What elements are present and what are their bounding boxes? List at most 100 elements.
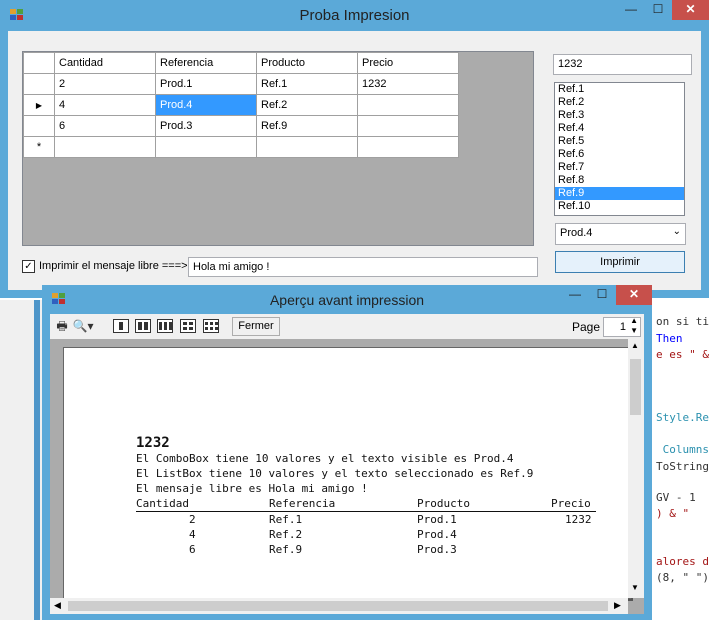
list-item[interactable]: Ref.7 xyxy=(555,161,684,174)
scroll-down-icon[interactable]: ▼ xyxy=(631,583,639,592)
current-row-icon[interactable]: ▶ xyxy=(23,94,55,116)
column-header[interactable]: Referencia xyxy=(155,52,257,74)
six-pages-icon[interactable] xyxy=(203,319,219,333)
list-item[interactable]: Ref.6 xyxy=(555,148,684,161)
row-header[interactable] xyxy=(23,73,55,95)
editor-line: e es " & xyxy=(656,348,709,361)
grid-cell[interactable]: 1232 xyxy=(357,73,459,95)
new-row-icon[interactable]: * xyxy=(23,136,55,158)
column-header[interactable]: Producto xyxy=(256,52,358,74)
one-page-icon[interactable] xyxy=(113,319,129,333)
horizontal-scrollbar[interactable]: ◀ ▶ xyxy=(50,598,628,614)
grid-cell[interactable] xyxy=(357,136,459,158)
two-pages-icon[interactable] xyxy=(135,319,151,333)
doc-cell: Ref.2 xyxy=(269,528,303,541)
editor-line: (8, " ") xyxy=(656,571,709,584)
doc-line: El ListBox tiene 10 valores y el texto s… xyxy=(136,467,534,480)
doc-cell: 1232 xyxy=(565,513,592,526)
list-item[interactable]: Ref.8 xyxy=(555,174,684,187)
grid-cell[interactable]: Prod.1 xyxy=(155,73,257,95)
checkbox-label[interactable]: Imprimir el mensaje libre ===> xyxy=(39,260,188,272)
main-window: Proba Impresion — ☐ ✕ Cantidad Referenci… xyxy=(0,0,709,298)
page-number-stepper[interactable]: 1 ▲ ▼ xyxy=(603,316,641,337)
doc-cell: 6 xyxy=(189,543,196,556)
printer-icon[interactable]: 🖶 xyxy=(53,318,71,334)
preview-area[interactable]: 1232 El ComboBox tiene 10 valores y el t… xyxy=(50,339,644,614)
close-preview-button[interactable]: Fermer xyxy=(232,317,280,336)
grid-cell[interactable]: Prod.3 xyxy=(155,115,257,137)
grid-cell[interactable]: 6 xyxy=(54,115,156,137)
combobox-value: Prod.4 xyxy=(560,227,593,239)
scroll-up-icon[interactable]: ▲ xyxy=(631,341,639,350)
doc-col-header: Producto xyxy=(417,497,470,510)
print-button[interactable]: Imprimir xyxy=(555,251,685,273)
value-textbox[interactable]: 1232 xyxy=(553,54,692,75)
page-number-value: 1 xyxy=(619,321,626,333)
scroll-right-icon[interactable]: ▶ xyxy=(614,600,621,611)
list-item[interactable]: Ref.10 xyxy=(555,200,684,213)
close-icon[interactable]: ✕ xyxy=(616,285,652,305)
list-item[interactable]: Ref.5 xyxy=(555,135,684,148)
editor-line: Then xyxy=(656,332,683,345)
reference-listbox[interactable]: Ref.1 Ref.2 Ref.3 Ref.4 Ref.5 Ref.6 Ref.… xyxy=(554,82,685,216)
print-preview-window: Aperçu avant impression — ☐ ✕ 🖶 🔍▾ Ferme… xyxy=(42,285,652,620)
maximize-icon[interactable]: ☐ xyxy=(589,285,615,305)
list-item[interactable]: Ref.3 xyxy=(555,109,684,122)
grid-cell[interactable]: Ref.9 xyxy=(256,115,358,137)
doc-cell: 2 xyxy=(189,513,196,526)
row-header[interactable] xyxy=(23,115,55,137)
grid-cell[interactable]: 2 xyxy=(54,73,156,95)
horizontal-scroll-thumb[interactable] xyxy=(68,601,608,611)
new-row[interactable]: * xyxy=(23,136,459,158)
spin-arrows-icon[interactable]: ▲ ▼ xyxy=(630,316,638,336)
chevron-down-icon[interactable]: ⌄ xyxy=(673,226,681,237)
vertical-scrollbar[interactable]: ▲ ▼ xyxy=(628,339,644,598)
grid-cell[interactable] xyxy=(155,136,257,158)
minimize-icon[interactable]: — xyxy=(618,0,644,20)
list-item[interactable]: Ref.1 xyxy=(555,83,684,96)
doc-cell: Prod.4 xyxy=(417,528,457,541)
maximize-icon[interactable]: ☐ xyxy=(645,0,671,20)
data-grid[interactable]: Cantidad Referencia Producto Precio 2 Pr… xyxy=(22,51,534,246)
four-pages-icon[interactable] xyxy=(180,319,196,333)
main-title-bar[interactable]: Proba Impresion — ☐ ✕ xyxy=(0,0,709,31)
grid-cell[interactable] xyxy=(256,136,358,158)
editor-line: on si ti xyxy=(656,315,709,328)
table-row[interactable]: ▶ 4 Prod.4 Ref.2 xyxy=(23,94,459,116)
close-icon[interactable]: ✕ xyxy=(672,0,709,20)
editor-line: Columns xyxy=(656,443,709,456)
doc-col-header: Cantidad xyxy=(136,497,189,510)
grid-cell[interactable]: Ref.1 xyxy=(256,73,358,95)
doc-col-header: Referencia xyxy=(269,497,336,510)
doc-line: El ComboBox tiene 10 valores y el texto … xyxy=(136,452,514,465)
grid-corner-header[interactable] xyxy=(23,52,55,74)
doc-col-header: Precio xyxy=(551,497,591,510)
column-header[interactable]: Precio xyxy=(357,52,459,74)
scroll-left-icon[interactable]: ◀ xyxy=(54,600,61,611)
table-row[interactable]: 2 Prod.1 Ref.1 1232 xyxy=(23,73,459,95)
preview-page: 1232 El ComboBox tiene 10 valores y el t… xyxy=(63,347,631,599)
grid-cell[interactable]: 4 xyxy=(54,94,156,116)
grid-cell[interactable] xyxy=(357,94,459,116)
product-combobox[interactable]: Prod.4 ⌄ xyxy=(555,223,686,245)
column-header[interactable]: Cantidad xyxy=(54,52,156,74)
zoom-icon[interactable]: 🔍▾ xyxy=(72,318,94,334)
list-item-selected[interactable]: Ref.9 xyxy=(555,187,684,200)
grid-cell[interactable]: Ref.2 xyxy=(256,94,358,116)
table-row[interactable]: 6 Prod.3 Ref.9 xyxy=(23,115,459,137)
vertical-scroll-thumb[interactable] xyxy=(630,359,641,415)
page-label: Page xyxy=(572,320,601,334)
list-item[interactable]: Ref.2 xyxy=(555,96,684,109)
grid-cell[interactable] xyxy=(357,115,459,137)
minimize-icon[interactable]: — xyxy=(562,285,588,305)
doc-cell: Ref.1 xyxy=(269,513,303,526)
code-editor-background: on si ti Then e es " & Style.Re Columns … xyxy=(646,300,709,620)
grid-cell-selected[interactable]: Prod.4 xyxy=(155,94,257,116)
background-window-border xyxy=(34,300,40,620)
list-item[interactable]: Ref.4 xyxy=(555,122,684,135)
grid-cell[interactable] xyxy=(54,136,156,158)
free-message-input[interactable]: Hola mi amigo ! xyxy=(188,257,538,277)
doc-cell: Prod.1 xyxy=(417,513,457,526)
three-pages-icon[interactable] xyxy=(157,319,173,333)
free-message-checkbox[interactable]: ✓ xyxy=(22,260,35,273)
